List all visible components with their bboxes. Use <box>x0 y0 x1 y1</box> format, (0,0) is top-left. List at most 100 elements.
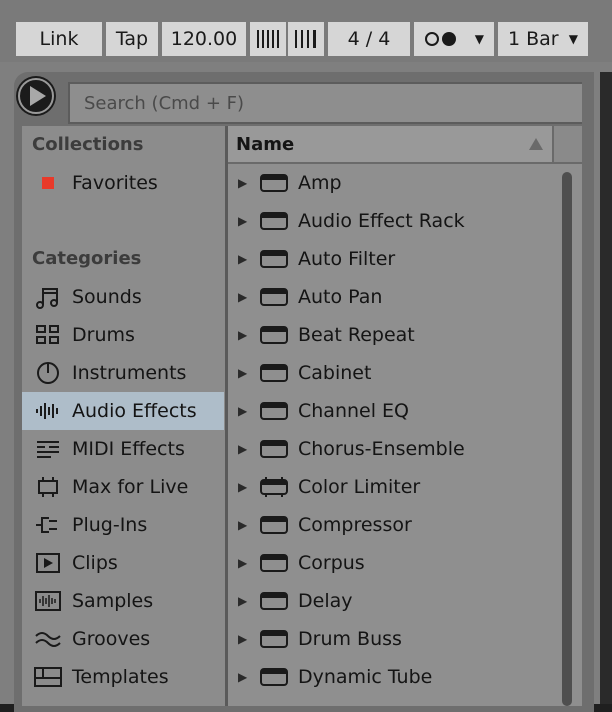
max-patch-icon <box>34 475 62 499</box>
preview-button[interactable] <box>16 76 56 116</box>
expand-triangle-icon[interactable]: ▶ <box>238 290 252 304</box>
expand-triangle-icon[interactable]: ▶ <box>238 176 252 190</box>
time-signature-field[interactable]: 4 / 4 <box>328 22 410 56</box>
list-item-label: Delay <box>298 590 353 612</box>
list-item[interactable]: ▶ Auto Filter <box>228 240 558 278</box>
power-dial-icon <box>34 361 62 385</box>
list-item-label: Auto Filter <box>298 248 396 270</box>
device-icon <box>260 287 288 307</box>
link-button[interactable]: Link <box>16 22 102 56</box>
sidebar-item-label: Clips <box>72 552 118 574</box>
expand-triangle-icon[interactable]: ▶ <box>238 594 252 608</box>
sidebar-item-plug-ins[interactable]: Plug-Ins <box>22 506 224 544</box>
nudge-down-button[interactable] <box>250 22 286 56</box>
list-item-label: Compressor <box>298 514 412 536</box>
list-item[interactable]: ▶ Delay <box>228 582 558 620</box>
sidebar-item-templates[interactable]: Templates <box>22 658 224 696</box>
list-item-label: Beat Repeat <box>298 324 415 346</box>
sidebar-item-label: Sounds <box>72 286 142 308</box>
list-item-label: Corpus <box>298 552 365 574</box>
expand-triangle-icon[interactable]: ▶ <box>238 632 252 646</box>
sidebar-item-grooves[interactable]: Grooves <box>22 620 224 658</box>
sidebar: Collections Favorites Categories Sounds … <box>22 126 228 706</box>
sidebar-item-max-for-live[interactable]: Max for Live <box>22 468 224 506</box>
expand-triangle-icon[interactable]: ▶ <box>238 328 252 342</box>
metronome-dot-icon <box>425 32 456 46</box>
expand-triangle-icon[interactable]: ▶ <box>238 366 252 380</box>
device-icon <box>260 211 288 231</box>
scrollbar[interactable] <box>562 172 572 706</box>
tempo-value: 120.00 <box>170 28 238 50</box>
play-box-icon <box>34 551 62 575</box>
expand-triangle-icon[interactable]: ▶ <box>238 252 252 266</box>
device-icon <box>260 667 288 687</box>
sidebar-item-favorites[interactable]: Favorites <box>22 164 224 202</box>
device-icon <box>260 629 288 649</box>
sidebar-item-midi-effects[interactable]: MIDI Effects <box>22 430 224 468</box>
sidebar-item-clips[interactable]: Clips <box>22 544 224 582</box>
midi-lines-icon <box>34 437 62 461</box>
categories-header: Categories <box>32 248 142 269</box>
sidebar-item-label: Samples <box>72 590 154 612</box>
name-column-header[interactable]: Name <box>228 126 552 164</box>
list-item[interactable]: ▶ Drum Buss <box>228 620 558 658</box>
music-note-icon <box>34 285 62 309</box>
device-icon <box>260 325 288 345</box>
list-item[interactable]: ▶ Channel EQ <box>228 392 558 430</box>
nudge-up-button[interactable] <box>288 22 324 56</box>
list-item[interactable]: ▶ Cabinet <box>228 354 558 392</box>
transport-bar: Link Tap 120.00 4 / 4 ▼ 1 Bar ▼ <box>0 0 612 62</box>
device-icon <box>260 515 288 535</box>
right-divider <box>600 72 612 704</box>
tap-label: Tap <box>115 28 149 50</box>
nudge-down-icon <box>257 30 279 48</box>
groove-wave-icon <box>34 627 62 651</box>
template-icon <box>34 665 62 689</box>
sidebar-item-label: Favorites <box>72 172 158 194</box>
chevron-down-icon: ▼ <box>474 32 484 46</box>
list-item[interactable]: ▶ Corpus <box>228 544 558 582</box>
list-item-label: Auto Pan <box>298 286 383 308</box>
device-icon <box>260 173 288 193</box>
list-item[interactable]: ▶ Beat Repeat <box>228 316 558 354</box>
sidebar-item-sounds[interactable]: Sounds <box>22 278 224 316</box>
search-input[interactable]: Search (Cmd + F) <box>68 82 582 124</box>
sidebar-item-label: Instruments <box>72 362 187 384</box>
list-item[interactable]: ▶ Audio Effect Rack <box>228 202 558 240</box>
tap-button[interactable]: Tap <box>106 22 158 56</box>
sidebar-item-label: Max for Live <box>72 476 189 498</box>
sidebar-item-samples[interactable]: Samples <box>22 582 224 620</box>
list-item[interactable]: ▶ Dynamic Tube <box>228 658 558 696</box>
link-label: Link <box>39 28 79 50</box>
list-item[interactable]: ▶ Color Limiter <box>228 468 558 506</box>
sidebar-item-drums[interactable]: Drums <box>22 316 224 354</box>
quantize-dropdown[interactable]: 1 Bar ▼ <box>498 22 588 56</box>
play-icon <box>18 78 54 114</box>
sample-wave-icon <box>34 589 62 613</box>
list-item[interactable]: ▶ Compressor <box>228 506 558 544</box>
expand-triangle-icon[interactable]: ▶ <box>238 404 252 418</box>
column-header-label: Name <box>236 133 295 155</box>
sidebar-item-instruments[interactable]: Instruments <box>22 354 224 392</box>
expand-triangle-icon[interactable]: ▶ <box>238 214 252 228</box>
sidebar-item-label: Audio Effects <box>72 400 197 422</box>
sidebar-item-audio-effects[interactable]: Audio Effects <box>22 392 224 430</box>
tempo-field[interactable]: 120.00 <box>162 22 246 56</box>
nudge-up-icon <box>295 30 316 48</box>
list-item-label: Dynamic Tube <box>298 666 433 688</box>
expand-triangle-icon[interactable]: ▶ <box>238 556 252 570</box>
metronome-dropdown[interactable]: ▼ <box>414 22 494 56</box>
sidebar-item-label: Templates <box>72 666 169 688</box>
expand-triangle-icon[interactable]: ▶ <box>238 670 252 684</box>
expand-triangle-icon[interactable]: ▶ <box>238 480 252 494</box>
expand-triangle-icon[interactable]: ▶ <box>238 518 252 532</box>
list-item-label: Audio Effect Rack <box>298 210 465 232</box>
list-item[interactable]: ▶ Auto Pan <box>228 278 558 316</box>
device-icon <box>260 249 288 269</box>
device-icon <box>260 591 288 611</box>
list-item[interactable]: ▶ Amp <box>228 164 558 202</box>
list-item[interactable]: ▶ Chorus-Ensemble <box>228 430 558 468</box>
sort-ascending-icon <box>529 138 543 150</box>
expand-triangle-icon[interactable]: ▶ <box>238 442 252 456</box>
search-placeholder: Search (Cmd + F) <box>84 92 245 114</box>
